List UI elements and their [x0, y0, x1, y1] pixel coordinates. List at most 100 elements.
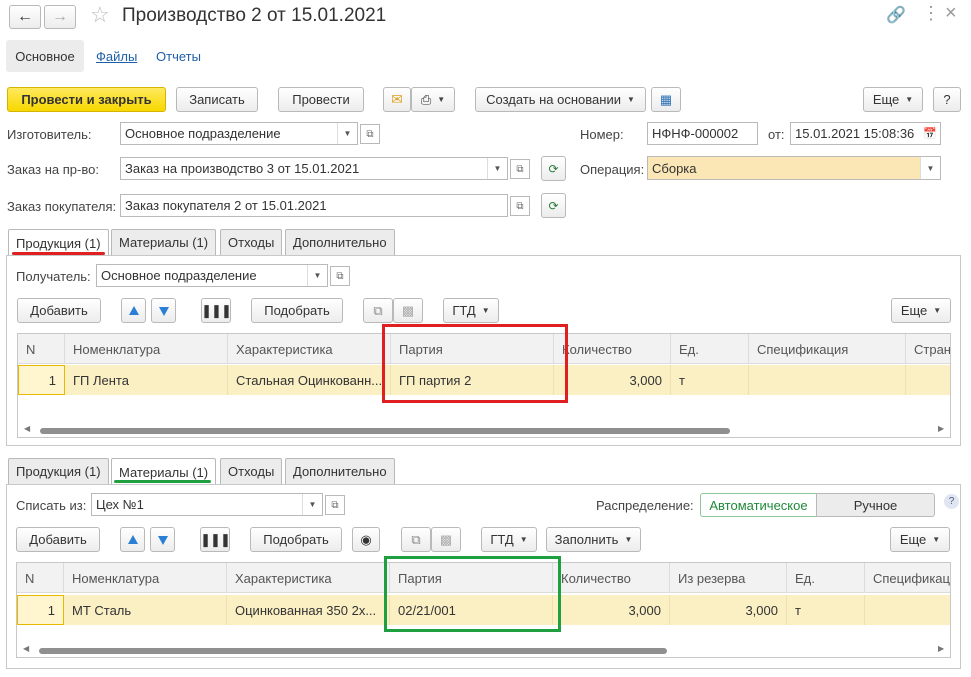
writeoff-label: Списать из:: [16, 498, 87, 513]
cell-char: Стальная Оцинкованн...: [228, 365, 391, 395]
chevron-down-icon[interactable]: ▼: [307, 265, 327, 286]
post-and-close-button[interactable]: Провести и закрыть: [7, 87, 166, 112]
distribution-manual-toggle[interactable]: Ручное: [816, 493, 935, 517]
materials-view-button[interactable]: ◉: [352, 527, 380, 552]
kebab-menu-icon[interactable]: ⋮: [922, 3, 940, 24]
scrollbar-thumb[interactable]: [40, 428, 730, 434]
tab-waste-2[interactable]: Отходы: [220, 458, 283, 484]
col-n[interactable]: N: [17, 563, 64, 593]
open-maker-button[interactable]: ⧉: [360, 124, 380, 144]
date-field[interactable]: 15.01.2021 15:08:36 📅: [790, 122, 941, 145]
help-button[interactable]: ?: [933, 87, 961, 112]
tab-additional-2[interactable]: Дополнительно: [285, 458, 395, 484]
batch-highlight-red: [382, 324, 568, 403]
open-cust-order-button[interactable]: ⧉: [510, 196, 530, 216]
materials-more-button[interactable]: Еще ▼: [890, 527, 950, 552]
cell-item: ГП Лента: [65, 365, 228, 395]
nav-reports-link[interactable]: Отчеты: [156, 49, 201, 64]
products-barcode-button[interactable]: ❚❚❚: [201, 298, 232, 323]
chevron-down-icon[interactable]: ▼: [920, 157, 940, 179]
chevron-down-icon[interactable]: ▼: [337, 123, 357, 144]
horizontal-scrollbar[interactable]: ◀ ▶: [17, 643, 950, 657]
back-button[interactable]: ←: [9, 5, 41, 29]
scroll-right-icon[interactable]: ▶: [938, 644, 944, 653]
distribution-auto-toggle[interactable]: Автоматическое: [700, 493, 817, 517]
col-reserve[interactable]: Из резерва: [670, 563, 787, 593]
tab-materials[interactable]: Материалы (1): [111, 229, 217, 255]
products-move-up-button[interactable]: [121, 298, 146, 323]
products-more-button[interactable]: Еще ▼: [891, 298, 951, 323]
number-field[interactable]: НФНФ-000002: [647, 122, 758, 145]
receiver-field[interactable]: Основное подразделение ▼: [96, 264, 328, 287]
print-button[interactable]: ⎙ ▼: [411, 87, 455, 112]
scroll-left-icon[interactable]: ◀: [24, 424, 30, 433]
close-icon[interactable]: ×: [945, 2, 957, 25]
cell-spec: [865, 595, 950, 625]
col-spec[interactable]: Спецификация: [749, 334, 906, 364]
cust-order-field[interactable]: Заказ покупателя 2 от 15.01.2021: [120, 194, 508, 217]
cust-order-label: Заказ покупателя:: [7, 199, 117, 214]
forward-button[interactable]: →: [44, 5, 76, 29]
link-icon[interactable]: 🔗: [886, 5, 906, 25]
products-move-down-button[interactable]: [151, 298, 176, 323]
calendar-icon[interactable]: 📅: [920, 123, 940, 144]
materials-barcode-button[interactable]: ❚❚❚: [200, 527, 231, 552]
col-item[interactable]: Номенклатура: [64, 563, 227, 593]
batch-highlight-green: [384, 556, 561, 632]
more-button[interactable]: Еще ▼: [863, 87, 923, 112]
chevron-down-icon[interactable]: ▼: [487, 158, 507, 179]
tab-waste[interactable]: Отходы: [220, 229, 283, 255]
maker-field[interactable]: Основное подразделение ▼: [120, 122, 358, 145]
materials-tab-underline: [114, 480, 211, 483]
post-button[interactable]: Провести: [278, 87, 364, 112]
structure-button[interactable]: ▦: [651, 87, 681, 112]
chevron-down-icon[interactable]: ▼: [302, 494, 322, 515]
fill-from-order-button[interactable]: ⟳: [541, 156, 566, 181]
products-paste-button[interactable]: ▩: [393, 298, 423, 323]
materials-move-up-button[interactable]: [120, 527, 145, 552]
distribution-help-icon[interactable]: ?: [944, 494, 959, 509]
fill-from-cust-order-button[interactable]: ⟳: [541, 193, 566, 218]
col-char[interactable]: Характеристика: [227, 563, 390, 593]
open-prod-order-button[interactable]: ⧉: [510, 159, 530, 179]
materials-pick-button[interactable]: Подобрать: [250, 527, 342, 552]
create-based-on-button[interactable]: Создать на основании ▼: [475, 87, 646, 112]
products-add-button[interactable]: Добавить: [17, 298, 101, 323]
materials-fill-button[interactable]: Заполнить ▼: [546, 527, 641, 552]
tab-products-2[interactable]: Продукция (1): [8, 458, 109, 484]
products-copy-button[interactable]: ⧉: [363, 298, 393, 323]
open-receiver-button[interactable]: ⧉: [330, 266, 350, 286]
nav-main[interactable]: Основное: [6, 40, 84, 72]
col-spec[interactable]: Спецификация: [865, 563, 950, 593]
col-char[interactable]: Характеристика: [228, 334, 391, 364]
materials-gtd-button[interactable]: ГТД ▼: [481, 527, 537, 552]
col-unit[interactable]: Ед.: [671, 334, 749, 364]
col-n[interactable]: N: [18, 334, 65, 364]
mail-button[interactable]: ✉: [383, 87, 411, 112]
scroll-right-icon[interactable]: ▶: [938, 424, 944, 433]
favorite-star-icon[interactable]: ☆: [90, 2, 110, 28]
col-unit[interactable]: Ед.: [787, 563, 865, 593]
col-country[interactable]: Страна: [906, 334, 950, 364]
materials-add-button[interactable]: Добавить: [16, 527, 100, 552]
col-qty[interactable]: Количество: [553, 563, 670, 593]
paste-icon: ▩: [401, 302, 415, 318]
nav-files-link[interactable]: Файлы: [96, 49, 137, 64]
prod-order-field[interactable]: Заказ на производство 3 от 15.01.2021 ▼: [120, 157, 508, 180]
col-qty[interactable]: Количество: [554, 334, 671, 364]
tab-additional[interactable]: Дополнительно: [285, 229, 395, 255]
operation-field[interactable]: Сборка ▼: [647, 156, 941, 180]
horizontal-scrollbar[interactable]: ◀ ▶: [18, 423, 950, 437]
open-writeoff-button[interactable]: ⧉: [325, 495, 345, 515]
products-gtd-button[interactable]: ГТД ▼: [443, 298, 499, 323]
products-pick-button[interactable]: Подобрать: [251, 298, 343, 323]
writeoff-field[interactable]: Цех №1 ▼: [91, 493, 323, 516]
materials-paste-button[interactable]: ▩: [431, 527, 461, 552]
materials-copy-button[interactable]: ⧉: [401, 527, 431, 552]
scrollbar-thumb[interactable]: [39, 648, 667, 654]
col-item[interactable]: Номенклатура: [65, 334, 228, 364]
save-button[interactable]: Записать: [176, 87, 258, 112]
scroll-left-icon[interactable]: ◀: [23, 644, 29, 653]
paste-icon: ▩: [439, 531, 453, 547]
materials-move-down-button[interactable]: [150, 527, 175, 552]
